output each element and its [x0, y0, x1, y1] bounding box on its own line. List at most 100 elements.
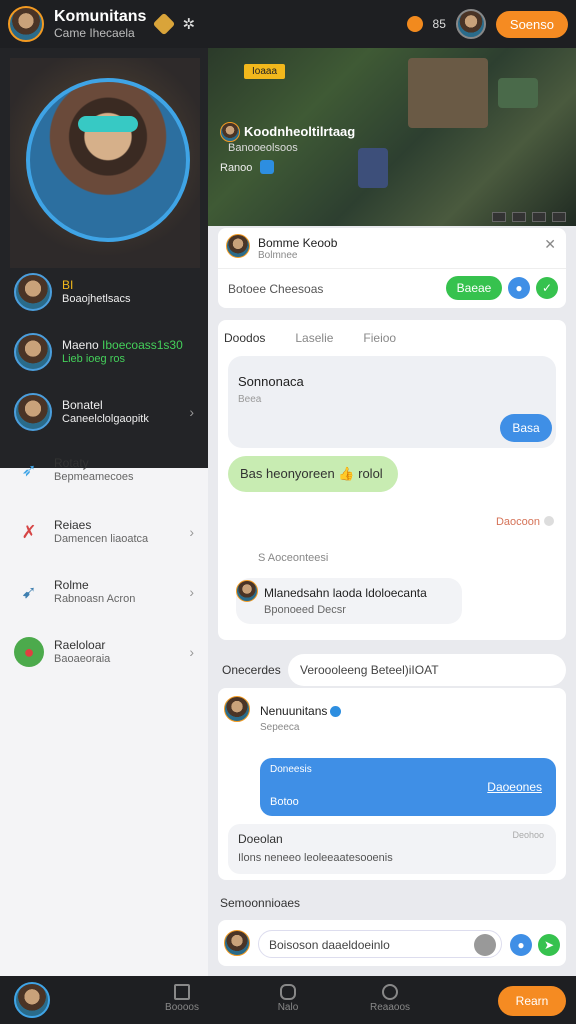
- nav-item-label: Boooos: [165, 1002, 199, 1013]
- mic-icon[interactable]: [474, 934, 496, 956]
- chat-icon[interactable]: ●: [508, 277, 530, 299]
- sidebar-item-category-1[interactable]: ➶ Rotaty Bepmeamecoes: [0, 440, 208, 500]
- nav-item-chat[interactable]: Nalo: [258, 984, 318, 1013]
- poster-name: Nenuunitans: [260, 704, 328, 718]
- reply-sub: Bponoeed Decsr: [264, 604, 346, 616]
- quote-title: Doeolan: [238, 832, 283, 846]
- sent-message-text: Bas heonyoreen: [240, 466, 335, 481]
- filter-label: Onecerdes: [222, 663, 281, 677]
- swords-icon: ✗: [21, 521, 37, 542]
- bottom-nav: Boooos Nalo Reaaoos Rearn: [0, 976, 576, 1024]
- chevron-right-icon: ›: [189, 644, 194, 660]
- poster-avatar: [224, 696, 250, 722]
- nav-item-label: Nalo: [277, 1002, 299, 1013]
- chat-tabs: Doodos Laselie Fieioo: [218, 320, 566, 356]
- sidebar-item-subtitle: Rabnoasn Acron: [54, 593, 136, 605]
- sidebar-item-friend-3[interactable]: Bonatel Caneelclolgaopitk ›: [0, 382, 208, 442]
- nav-cta-button[interactable]: Rearn: [498, 986, 566, 1016]
- emoji-icon[interactable]: ●: [510, 934, 532, 956]
- filter-input[interactable]: Veroooleeng Beteel)iIOAT: [288, 654, 566, 686]
- highlight-bottom: Botoo: [270, 796, 299, 808]
- settings-icon[interactable]: ✲: [182, 15, 195, 33]
- sidebar-item-title: Bonatel: [62, 398, 103, 412]
- nav-item-search[interactable]: Reaaoos: [360, 984, 420, 1013]
- reply-title: Mlanedsahn laoda ldoloecanta: [264, 586, 427, 600]
- filter-row: Onecerdes Veroooleeng Beteel)iIOAT: [218, 654, 566, 686]
- sidebar-item-subtitle: Baoaeoraia: [54, 653, 111, 665]
- banner-subtitle: Banooeolsoos: [228, 142, 298, 154]
- sidebar-item-title: Rotaty: [54, 456, 89, 470]
- reply-message[interactable]: Mlanedsahn laoda ldoloecanta Bponoeed De…: [236, 578, 462, 624]
- app-title-group: Komunitans Came Ihecaela: [54, 8, 146, 40]
- home-icon: [174, 984, 190, 1000]
- tab-secondary[interactable]: Laselie: [295, 331, 333, 345]
- friend-avatar: [14, 273, 52, 311]
- live-icon: [260, 160, 274, 174]
- banner-tag: Ioaaa: [244, 64, 286, 79]
- sidebar-item-category-3[interactable]: ➹ Rolme Rabnoasn Acron ›: [0, 562, 208, 622]
- reply-avatar: [236, 580, 258, 602]
- sidebar-item-subtitle: Caneelclolgaopitk: [62, 413, 149, 425]
- sidebar-item-title: BI: [62, 278, 74, 292]
- profile-avatar[interactable]: [14, 982, 50, 1018]
- sidebar-item-subtitle: Boaojhetlsacs: [62, 293, 131, 305]
- divider: [218, 268, 566, 269]
- coin-count: 85: [432, 17, 446, 31]
- chevron-right-icon: ›: [189, 524, 194, 540]
- top-bar: Komunitans Came Ihecaela ✲ 85 Soenso: [0, 0, 576, 48]
- highlight-link[interactable]: Daoeones: [487, 780, 542, 794]
- sidebar-item-subtitle: Damencen liaoatca: [54, 533, 149, 545]
- game-hud-icons: [492, 212, 566, 222]
- top-bar-right: 85 Soenso: [406, 9, 568, 39]
- poster-name-row: Nenuunitans: [260, 704, 342, 718]
- tab-third[interactable]: Fieioo: [363, 331, 396, 345]
- send-icon[interactable]: ➤: [538, 934, 560, 956]
- sidebar-item-title: Raeloloar: [54, 638, 106, 652]
- close-icon[interactable]: ✕: [544, 236, 556, 253]
- badge-icon: ●: [14, 637, 44, 667]
- poster-sub: Sepeeca: [260, 722, 300, 733]
- quoted-message: Doeolan Ilons neneeo leoleeaatesooenis D…: [228, 824, 556, 874]
- highlight-message[interactable]: Doneesis Daoeones Botoo: [260, 758, 556, 816]
- sidebar-dark-panel: BI Boaojhetlsacs Maeno Iboecoass1s30 Lie…: [0, 48, 208, 468]
- map-unit: [358, 148, 388, 188]
- message-sub: Beea: [238, 394, 262, 405]
- accept-button[interactable]: Baeae: [446, 276, 502, 300]
- nav-item-home[interactable]: Boooos: [152, 984, 212, 1013]
- streamer-avatar: [220, 122, 240, 142]
- tab-chats[interactable]: Doodos: [224, 331, 265, 345]
- thumbs-up-icon: 👍: [338, 466, 355, 481]
- requester-avatar: [226, 234, 250, 258]
- compose-bar: Boisoson daaeldoeinlo ● ➤: [218, 920, 566, 966]
- check-icon[interactable]: ✓: [536, 277, 558, 299]
- chat-card: Doodos Laselie Fieioo Sonnonaca Beea Bas…: [218, 320, 566, 640]
- feed-card: Nenuunitans Sepeeca Doneesis Daoeones Bo…: [218, 688, 566, 880]
- chevron-right-icon: ›: [189, 404, 194, 420]
- highlight-top: Doneesis: [270, 764, 312, 775]
- message-title: Sonnonaca: [238, 374, 304, 389]
- app-title: Komunitans: [54, 8, 147, 25]
- sidebar-item-category-4[interactable]: ● Raeloloar Baoaeoraia ›: [0, 622, 208, 682]
- sidebar-item-category-2[interactable]: ✗ Reiaes Damencen liaoatca ›: [0, 502, 208, 562]
- game-banner[interactable]: Ioaaa Koodnheoltilrtaag Banooeolsoos Ran…: [208, 48, 576, 226]
- sidebar-item-title: Rolme: [54, 578, 89, 592]
- header-action-button[interactable]: Soenso: [495, 10, 568, 38]
- message-input[interactable]: Boisoson daaeldoeinlo: [258, 930, 502, 958]
- message-action-button[interactable]: Basa: [500, 414, 552, 442]
- sidebar-item-friend-1[interactable]: BI Boaojhetlsacs: [0, 262, 208, 322]
- gem-icon: [153, 12, 176, 36]
- quote-time: Deohoo: [512, 830, 544, 840]
- hero-portrait[interactable]: [26, 78, 190, 242]
- friend-avatar[interactable]: [455, 9, 486, 39]
- sidebar-item-subtitle: Bepmeamecoes: [54, 471, 134, 483]
- sidebar-item-friend-2[interactable]: Maeno Iboecoass1s30 Lieb ioeg ros: [0, 322, 208, 382]
- search-icon: [382, 984, 398, 1000]
- hero-portrait-frame: [10, 58, 200, 268]
- app-subtitle: Came Ihecaela: [54, 26, 135, 40]
- arrow-icon: ➹: [21, 581, 37, 602]
- user-avatar[interactable]: [8, 6, 44, 42]
- quote-body: Ilons neneeo leoleeaatesooenis: [238, 852, 393, 864]
- message-time: Daocoon: [495, 516, 540, 528]
- goggles-icon: [78, 116, 138, 132]
- sidebar-item-title: Maeno: [62, 338, 99, 352]
